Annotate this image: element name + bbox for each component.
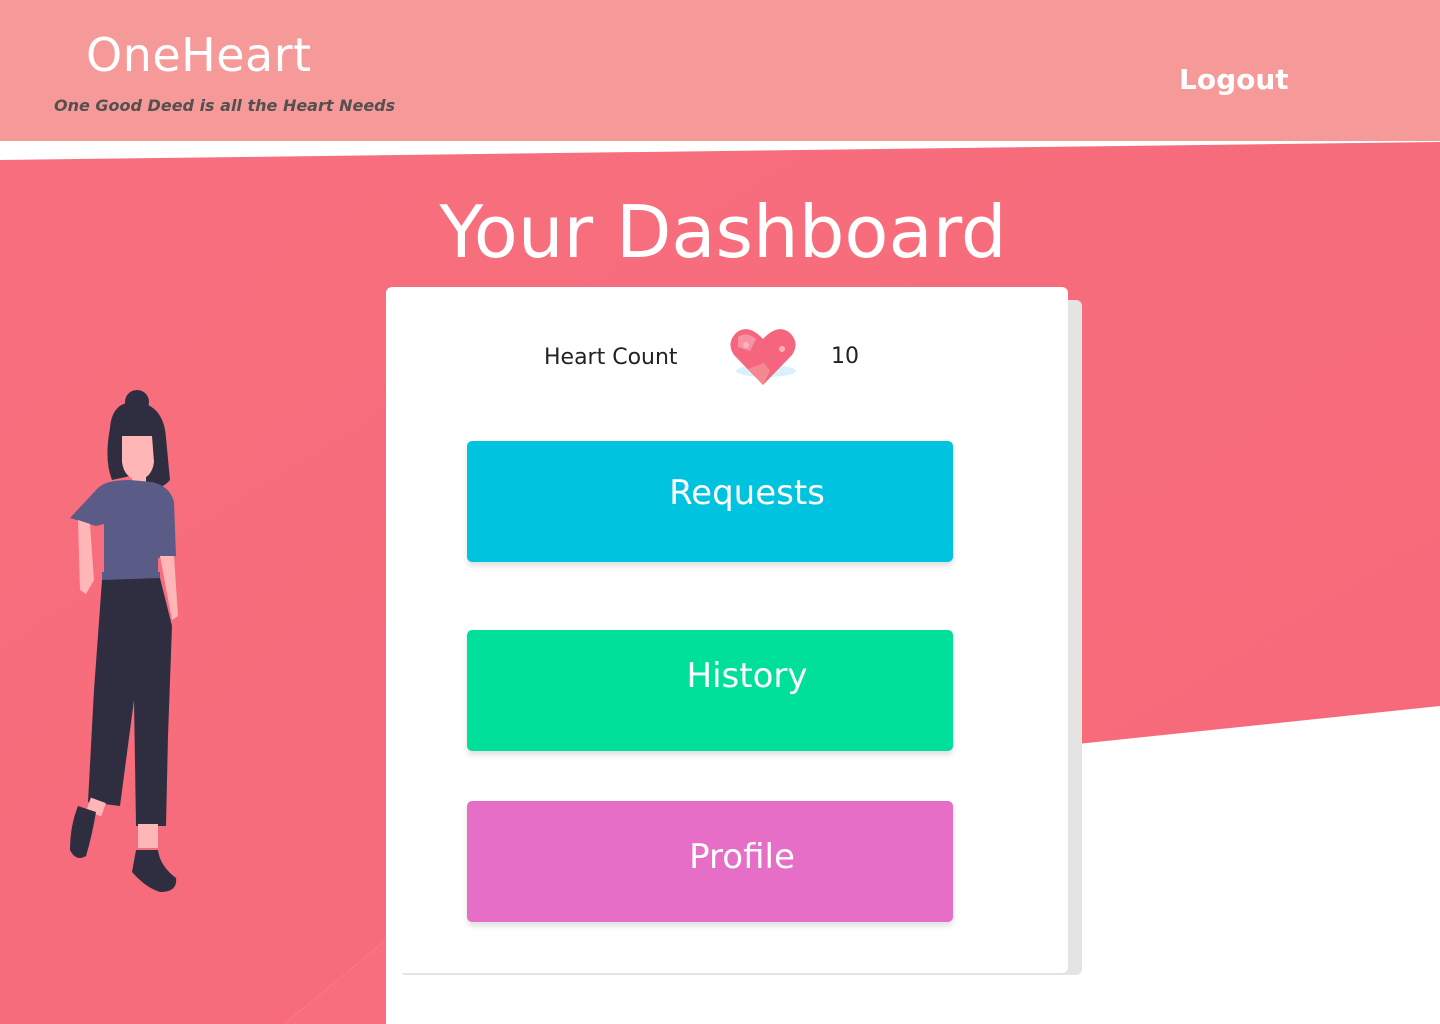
- brand-tagline: One Good Deed is all the Heart Needs: [54, 96, 396, 115]
- history-button[interactable]: History: [467, 630, 953, 751]
- heart-icon: [730, 329, 796, 385]
- logout-link[interactable]: Logout: [1179, 63, 1289, 96]
- dashboard-card: Heart Count 10 Requests History Profile: [386, 287, 1068, 973]
- profile-button-label: Profile: [689, 837, 795, 877]
- brand-logo-text[interactable]: OneHeart: [86, 28, 312, 82]
- top-header: OneHeart One Good Deed is all the Heart …: [0, 0, 1440, 141]
- profile-button[interactable]: Profile: [467, 801, 953, 922]
- requests-button-label: Requests: [669, 473, 825, 513]
- dashboard-page: OneHeart One Good Deed is all the Heart …: [0, 0, 1440, 1024]
- requests-button[interactable]: Requests: [467, 441, 953, 562]
- heart-count-value: 10: [831, 344, 859, 369]
- woman-illustration: [70, 390, 178, 892]
- history-button-label: History: [686, 656, 808, 696]
- heart-count-label: Heart Count: [544, 345, 678, 370]
- page-title: Your Dashboard: [439, 190, 1007, 274]
